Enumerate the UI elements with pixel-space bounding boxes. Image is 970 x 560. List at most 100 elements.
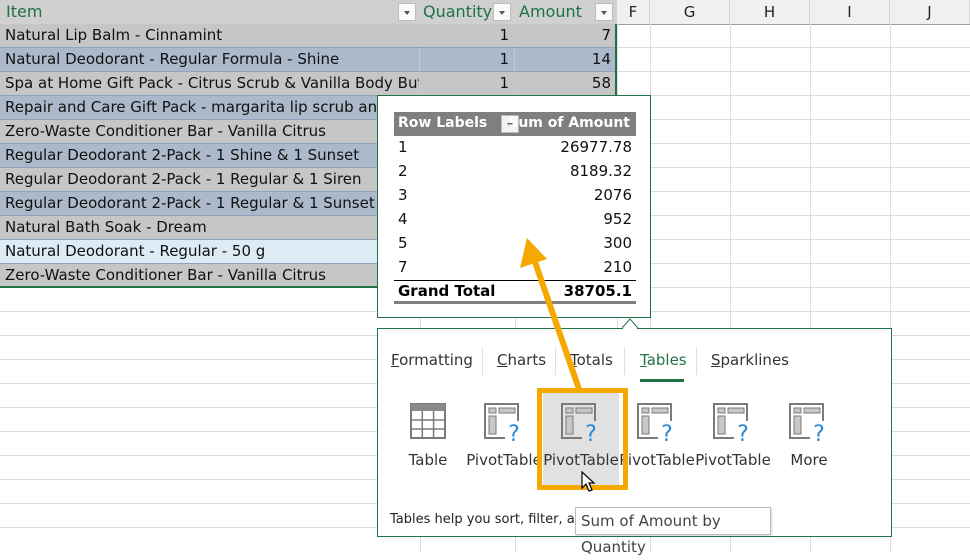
tab-separator <box>696 347 697 375</box>
amount-filter-dropdown[interactable] <box>595 3 613 21</box>
amount-cell[interactable]: 7 <box>515 24 617 47</box>
more-option-label: More <box>790 451 828 469</box>
pivot-row: 1 26977.78 <box>394 136 636 160</box>
sum-of-amount-header: Sum of Amount <box>508 115 630 131</box>
item-cell[interactable]: Regular Deodorant 2-Pack - 1 Regular & 1… <box>0 168 420 191</box>
column-letter-f[interactable]: F <box>617 0 650 24</box>
quantity-header-label: Quantity <box>423 2 493 21</box>
column-header-quantity[interactable]: Quantity <box>420 0 515 24</box>
pivot-row-value: 2076 <box>593 186 632 204</box>
item-cell[interactable]: Natural Bath Soak - Dream <box>0 216 420 239</box>
item-cell[interactable]: Zero-Waste Conditioner Bar - Vanilla Cit… <box>0 120 420 143</box>
row-labels-header: Row Labels <box>398 115 488 131</box>
quantity-cell[interactable]: 1 <box>420 24 515 47</box>
pivot-row-value: 26977.78 <box>560 138 632 156</box>
pivottable-option-4[interactable]: ? PivotTable <box>695 391 771 487</box>
svg-text:?: ? <box>737 422 749 443</box>
grand-total-row: Grand Total 38705.1 <box>394 280 636 304</box>
pivot-row-value: 210 <box>603 258 632 276</box>
gridline-horizontal <box>617 95 970 96</box>
pivottable-icon: ? <box>484 403 524 443</box>
svg-text:?: ? <box>508 422 520 443</box>
pivot-row-label: 5 <box>398 234 408 252</box>
gridline-horizontal <box>617 287 970 288</box>
gridline-horizontal <box>617 191 970 192</box>
pivot-row: 5 300 <box>394 232 636 256</box>
quantity-cell[interactable]: 1 <box>420 48 515 71</box>
gridline-horizontal <box>617 47 970 48</box>
svg-text:?: ? <box>585 422 597 443</box>
pivot-row-label: 1 <box>398 138 408 156</box>
grand-total-value: 38705.1 <box>563 282 632 300</box>
item-cell[interactable]: Natural Lip Balm - Cinnamint <box>0 24 420 47</box>
pivot-row-label: 4 <box>398 210 408 228</box>
table-row[interactable]: Natural Deodorant - Regular Formula - Sh… <box>0 48 617 72</box>
tab-separator <box>482 347 483 375</box>
item-cell[interactable]: Regular Deodorant 2-Pack - 1 Shine & 1 S… <box>0 144 420 167</box>
pivot-row-value: 300 <box>603 234 632 252</box>
pivottable-preview: Row Labels Sum of Amount 1 26977.78 2 8189.… <box>377 95 651 318</box>
svg-text:?: ? <box>661 422 673 443</box>
grand-total-label: Grand Total <box>398 282 496 300</box>
pivot-row: 7 210 <box>394 256 636 280</box>
pivot-row-label: 3 <box>398 186 408 204</box>
mouse-cursor-icon <box>581 471 596 492</box>
pivot-row-label: 2 <box>398 162 408 180</box>
item-filter-dropdown[interactable] <box>398 3 416 21</box>
table-row[interactable]: Natural Lip Balm - Cinnamint 1 7 <box>0 24 617 48</box>
more-option[interactable]: ? More <box>771 391 847 487</box>
table-row[interactable]: Spa at Home Gift Pack - Citrus Scrub & V… <box>0 72 617 96</box>
svg-text:?: ? <box>813 422 825 443</box>
table-icon <box>410 403 446 439</box>
gridline-horizontal <box>617 167 970 168</box>
active-tab-indicator <box>640 379 684 382</box>
amount-cell[interactable]: 14 <box>515 48 617 71</box>
item-header-label: Item <box>6 2 43 21</box>
pivottable-option-3[interactable]: ? PivotTable <box>619 391 695 487</box>
item-cell[interactable]: Natural Deodorant - Regular - 50 g <box>0 240 420 263</box>
column-letter-i[interactable]: I <box>810 0 890 24</box>
gridline-horizontal <box>617 119 970 120</box>
pivot-row-value: 8189.32 <box>569 162 632 180</box>
pivot-row: 3 2076 <box>394 184 636 208</box>
gridline-horizontal <box>617 239 970 240</box>
column-header-item[interactable]: Item <box>0 0 420 24</box>
popup-pointer-notch <box>622 318 638 329</box>
gridline-horizontal <box>617 263 970 264</box>
pivottable-option-1[interactable]: ? PivotTable <box>466 391 542 487</box>
pivot-row: 4 952 <box>394 208 636 232</box>
tab-totals[interactable]: Totals <box>570 351 613 369</box>
tab-formatting[interactable]: Formatting <box>391 351 473 369</box>
pivot-row: 2 8189.32 <box>394 160 636 184</box>
tab-charts[interactable]: Charts <box>497 351 546 369</box>
item-cell[interactable]: Repair and Care Gift Pack - margarita li… <box>0 96 420 119</box>
tables-description: Tables help you sort, filter, and s <box>390 512 603 527</box>
item-cell[interactable]: Spa at Home Gift Pack - Citrus Scrub & V… <box>0 72 420 95</box>
pivot-row-label: 7 <box>398 258 408 276</box>
tooltip: Sum of Amount by Quantity <box>575 507 771 556</box>
column-letter-g[interactable]: G <box>650 0 730 24</box>
item-cell[interactable]: Regular Deodorant 2-Pack - 1 Regular & 1… <box>0 192 420 215</box>
item-cell[interactable]: Zero-Waste Conditioner Bar - Vanilla Cit… <box>0 264 420 287</box>
pivottable-icon: ? <box>637 403 677 443</box>
quantity-filter-dropdown[interactable] <box>493 3 511 21</box>
amount-cell[interactable]: 58 <box>515 72 617 95</box>
tab-sparklines[interactable]: Sparklines <box>711 351 789 369</box>
tab-tables[interactable]: Tables <box>640 351 687 369</box>
quantity-cell[interactable]: 1 <box>420 72 515 95</box>
pivottable-icon: ? <box>561 403 601 443</box>
column-letter-h[interactable]: H <box>730 0 810 24</box>
item-cell[interactable]: Natural Deodorant - Regular Formula - Sh… <box>0 48 420 71</box>
tab-separator <box>555 347 556 375</box>
tab-separator <box>624 347 625 375</box>
gridline-horizontal <box>617 215 970 216</box>
gridline-horizontal <box>617 143 970 144</box>
table-option[interactable]: Table <box>390 391 466 487</box>
column-letter-j[interactable]: J <box>890 0 970 24</box>
gridline-horizontal <box>617 71 970 72</box>
quick-analysis-gallery: Formatting Charts Totals Tables Sparklin… <box>377 328 892 537</box>
pivot-row-value: 952 <box>603 210 632 228</box>
column-header-amount[interactable]: Amount <box>515 0 617 24</box>
pivot-header: Row Labels Sum of Amount <box>394 112 636 136</box>
table-header-row: Item Quantity Amount F G H I J <box>0 0 970 25</box>
